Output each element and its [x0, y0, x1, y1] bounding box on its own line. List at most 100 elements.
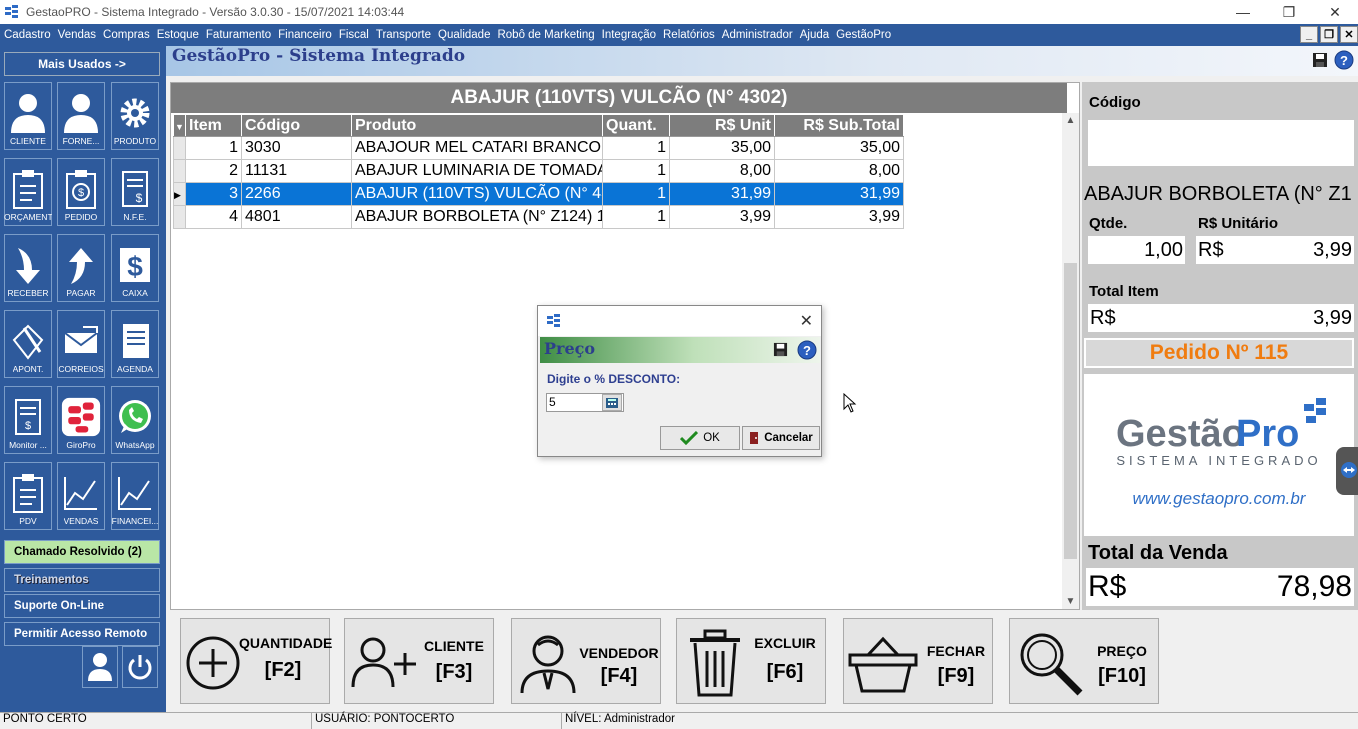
sidebar-tile-apont[interactable]: APONT. — [4, 310, 52, 378]
close-icon[interactable]: ✕ — [1312, 0, 1358, 24]
sidebar-tile-pagar[interactable]: PAGAR — [57, 234, 105, 302]
excluir-key: [F6] — [766, 661, 804, 683]
user-icon — [88, 653, 112, 681]
col-produto[interactable]: Produto — [351, 114, 603, 137]
treinamentos-button[interactable]: Treinamentos — [4, 568, 160, 592]
minimize-icon[interactable]: — — [1220, 0, 1266, 24]
qtde-field[interactable]: 1,00 — [1088, 236, 1185, 264]
sidebar-tile-financei[interactable]: FINANCEI... — [111, 462, 159, 530]
ok-button[interactable]: OK — [660, 426, 740, 450]
scroll-up-icon[interactable]: ▲ — [1062, 115, 1079, 126]
suporte-online-button[interactable]: Suporte On-Line — [4, 594, 160, 618]
mais-usados-button[interactable]: Mais Usados -> — [4, 52, 160, 76]
total-venda-label: Total da Venda — [1088, 542, 1228, 564]
sidebar-tile-label: PDV — [19, 516, 37, 526]
menu-compras[interactable]: Compras — [103, 29, 150, 41]
items-scrollbar[interactable]: ▲ ▼ — [1062, 113, 1079, 609]
sidebar-tile-produto[interactable]: PRODUTO — [111, 82, 159, 150]
menu-estoque[interactable]: Estoque — [157, 29, 199, 41]
vendedor-button[interactable]: VENDEDOR [F4] — [511, 618, 661, 704]
status-bar: PONTO CERTO USUÁRIO: PONTOCERTO NÍVEL: A… — [0, 712, 1358, 729]
side-tab-handle[interactable] — [1336, 447, 1358, 495]
sidebar-tile-agenda[interactable]: AGENDA — [111, 310, 159, 378]
preco-button[interactable]: PREÇO [F10] — [1009, 618, 1159, 704]
sidebar-tile-pedido[interactable]: $ PEDIDO — [57, 158, 105, 226]
power-button[interactable] — [122, 646, 158, 688]
menu-robo-marketing[interactable]: Robô de Marketing — [497, 29, 594, 41]
excluir-button[interactable]: EXCLUIR [F6] — [676, 618, 826, 704]
table-row[interactable]: 2 11131 ABAJUR LUMINARIA DE TOMADA 1 8,00 8,0… — [173, 159, 904, 183]
sidebar-tile-cliente[interactable]: CLIENTE — [4, 82, 52, 150]
save-icon[interactable] — [773, 342, 788, 357]
sidebar-tile-forne[interactable]: FORNE... — [57, 82, 105, 150]
table-cell: 8,00 — [774, 159, 904, 183]
col-unit[interactable]: R$ Unit — [669, 114, 775, 137]
menu-gestaopro[interactable]: GestãoPro — [836, 29, 891, 41]
quantidade-button[interactable]: QUANTIDADE [F2] — [180, 618, 332, 704]
mdi-close-icon[interactable]: ✕ — [1340, 26, 1358, 43]
col-item[interactable]: Item — [185, 114, 242, 137]
svg-text:$: $ — [25, 420, 31, 432]
person-icon — [61, 90, 101, 136]
user-button[interactable] — [82, 646, 118, 688]
window-titlebar: GestaoPRO - Sistema Integrado - Versão 3… — [0, 0, 1358, 24]
sidebar-tile-receber[interactable]: RECEBER — [4, 234, 52, 302]
arrow-up-icon — [61, 242, 101, 288]
sidebar: Mais Usados -> CLIENTE FORNE... PRODUTO ORÇ… — [0, 46, 166, 712]
chamado-resolvido-button[interactable]: Chamado Resolvido (2) — [4, 540, 160, 564]
sidebar-tile-or-amento[interactable]: ORÇAMENTO — [4, 158, 52, 226]
svg-text:www.gestaopro.com.br: www.gestaopro.com.br — [1133, 489, 1307, 508]
sidebar-tile-whatsapp[interactable]: WhatsApp — [111, 386, 159, 454]
menu-financeiro[interactable]: Financeiro — [278, 29, 332, 41]
sidebar-tile-monitor[interactable]: $ Monitor ... — [4, 386, 52, 454]
save-icon[interactable] — [1312, 52, 1328, 68]
col-subtotal[interactable]: R$ Sub.Total — [774, 114, 904, 137]
codigo-label: Código — [1089, 94, 1141, 111]
help-icon[interactable]: ? — [797, 340, 817, 360]
sidebar-tile-pdv[interactable]: PDV — [4, 462, 52, 530]
quantidade-key: [F2] — [264, 659, 302, 681]
table-cell: 3,99 — [774, 205, 904, 229]
sidebar-tile-n-f-e[interactable]: $ N.F.E. — [111, 158, 159, 226]
acesso-remoto-button[interactable]: Permitir Acesso Remoto — [4, 622, 160, 646]
restore-icon[interactable]: ❐ — [1266, 0, 1312, 24]
sidebar-tile-correios[interactable]: CORREIOS — [57, 310, 105, 378]
menu-administrador[interactable]: Administrador — [722, 29, 793, 41]
menu-vendas[interactable]: Vendas — [58, 29, 96, 41]
menu-transporte[interactable]: Transporte — [376, 29, 431, 41]
cliente-button[interactable]: CLIENTE [F3] — [344, 618, 494, 704]
col-quant[interactable]: Quant. — [602, 114, 670, 137]
scroll-down-icon[interactable]: ▼ — [1062, 596, 1079, 607]
calculator-button[interactable] — [602, 394, 622, 411]
menu-cadastro[interactable]: Cadastro — [4, 29, 51, 41]
menu-fiscal[interactable]: Fiscal — [339, 29, 369, 41]
sidebar-tile-vendas[interactable]: VENDAS — [57, 462, 105, 530]
table-row[interactable]: ▶ 3 2266 ABAJUR (110VTS) VULCÃO (N° 43 1 31,9… — [173, 182, 904, 206]
cancel-button[interactable]: Cancelar — [742, 426, 820, 450]
right-panel: Código ABAJUR BORBOLETA (N° Z1 Qtde. R$ … — [1082, 82, 1358, 610]
sidebar-tile-caixa[interactable]: $ CAIXA — [111, 234, 159, 302]
menu-faturamento[interactable]: Faturamento — [206, 29, 271, 41]
col-codigo[interactable]: Código — [241, 114, 352, 137]
menu-integracao[interactable]: Integração — [602, 29, 656, 41]
pedido-number: Pedido Nº 115 — [1084, 338, 1354, 368]
total-venda-currency: R$ — [1088, 570, 1127, 603]
sidebar-tile-label: PAGAR — [66, 288, 96, 298]
table-cell: 1 — [185, 136, 242, 160]
sidebar-tile-giropro[interactable]: GiroPro — [57, 386, 105, 454]
menu-relatorios[interactable]: Relatórios — [663, 29, 715, 41]
unit-price-field[interactable]: R$ 3,99 — [1196, 236, 1354, 264]
dialog-close-icon[interactable]: ✕ — [800, 311, 813, 331]
mdi-restore-icon[interactable]: ❐ — [1320, 26, 1338, 43]
menu-ajuda[interactable]: Ajuda — [800, 29, 829, 41]
menu-qualidade[interactable]: Qualidade — [438, 29, 490, 41]
chart-line-icon — [61, 470, 101, 516]
table-cell: 35,00 — [669, 136, 775, 160]
table-row[interactable]: 4 4801 ABAJUR BORBOLETA (N° Z124) 1 1 3,99 3,… — [173, 205, 904, 229]
fechar-button[interactable]: FECHAR [F9] — [843, 618, 993, 704]
table-row[interactable]: 1 3030 ABAJOUR MEL CATARI BRANCO 1 35,00 35,0… — [173, 136, 904, 160]
scroll-thumb[interactable] — [1064, 263, 1077, 559]
mdi-minimize-icon[interactable]: _ — [1300, 26, 1318, 43]
codigo-input[interactable] — [1088, 120, 1354, 166]
help-icon[interactable]: ? — [1334, 50, 1354, 70]
